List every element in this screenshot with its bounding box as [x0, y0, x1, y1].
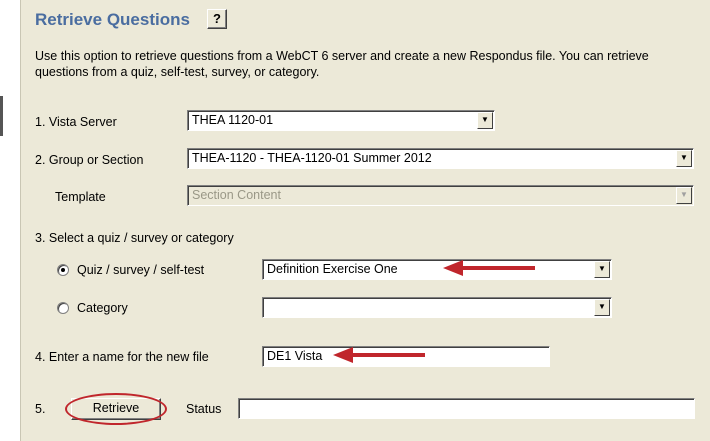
- category-option-label[interactable]: Category: [77, 301, 128, 315]
- category-select[interactable]: ▼: [262, 297, 612, 318]
- help-button[interactable]: ?: [207, 9, 227, 29]
- quiz-option-label[interactable]: Quiz / survey / self-test: [77, 263, 204, 277]
- chevron-down-icon[interactable]: ▼: [477, 112, 493, 129]
- category-radio[interactable]: [57, 302, 69, 314]
- group-section-value: THEA-1120 - THEA-1120-01 Summer 2012: [192, 151, 432, 165]
- vista-server-select[interactable]: THEA 1120-01 ▼: [187, 110, 495, 131]
- select-step-label: 3. Select a quiz / survey or category: [35, 231, 234, 245]
- window-edge-mark: [0, 96, 3, 136]
- retrieve-step-label: 5.: [35, 402, 46, 416]
- chevron-down-icon[interactable]: ▼: [594, 261, 610, 278]
- red-arrow-left-icon: [443, 260, 535, 276]
- red-arrow-left-icon: [333, 347, 425, 363]
- radio-selected-dot: [61, 268, 65, 272]
- template-value: Section Content: [192, 188, 281, 202]
- chevron-down-icon[interactable]: ▼: [594, 299, 610, 316]
- description-text: Use this option to retrieve questions fr…: [35, 49, 649, 79]
- annotation-circle: [65, 393, 167, 425]
- group-section-select[interactable]: THEA-1120 - THEA-1120-01 Summer 2012 ▼: [187, 148, 694, 169]
- retrieve-questions-panel: Retrieve Questions ? Use this option to …: [20, 0, 710, 441]
- chevron-down-icon: ▼: [676, 187, 692, 204]
- template-select: Section Content ▼: [187, 185, 694, 206]
- chevron-down-icon[interactable]: ▼: [676, 150, 692, 167]
- quiz-select[interactable]: Definition Exercise One ▼: [262, 259, 612, 280]
- panel-title: Retrieve Questions: [35, 10, 190, 29]
- status-field: [238, 398, 695, 419]
- vista-server-value: THEA 1120-01: [192, 113, 274, 127]
- group-section-label: 2. Group or Section: [35, 153, 144, 167]
- quiz-radio[interactable]: [57, 264, 69, 276]
- quiz-select-value: Definition Exercise One: [267, 262, 398, 276]
- template-label: Template: [55, 190, 106, 204]
- status-label: Status: [186, 402, 222, 416]
- file-name-label: 4. Enter a name for the new file: [35, 350, 209, 364]
- vista-server-label: 1. Vista Server: [35, 115, 117, 129]
